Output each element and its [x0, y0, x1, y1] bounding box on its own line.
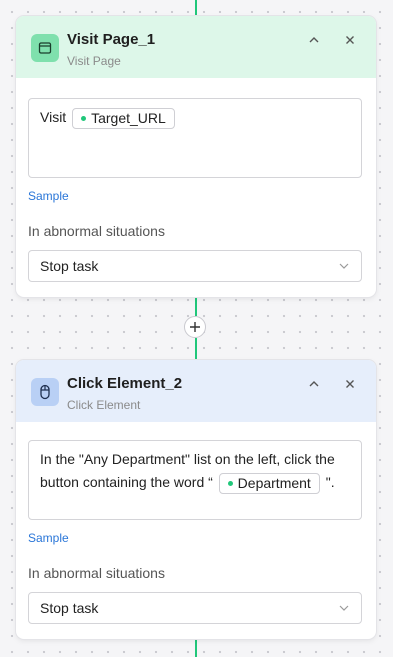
- close-button[interactable]: [342, 32, 358, 48]
- content-text-suffix: ".: [325, 474, 335, 490]
- chevron-down-icon: [339, 605, 349, 611]
- content-text: Visit: [40, 109, 67, 125]
- chevron-up-icon: [309, 381, 319, 387]
- variable-token[interactable]: Department: [218, 472, 320, 494]
- visit-page-node[interactable]: Visit Page_1 Visit Page Visit Target_URL…: [16, 16, 376, 297]
- variable-token-label: Department: [237, 474, 311, 491]
- sample-link[interactable]: Sample: [28, 531, 69, 545]
- node-title: Visit Page_1: [67, 31, 156, 48]
- bottom-connector-line: [195, 639, 197, 657]
- add-step-button[interactable]: [184, 316, 206, 338]
- content-editor[interactable]: Visit Target_URL: [28, 98, 362, 178]
- chevron-down-icon: [339, 263, 349, 269]
- node-title: Click Element_2: [67, 375, 183, 392]
- connector-line-upper: [195, 297, 197, 316]
- node-subtitle: Click Element: [67, 398, 141, 412]
- plus-icon: [190, 322, 200, 332]
- abnormal-action-value: Stop task: [40, 258, 99, 274]
- node-header: Visit Page_1 Visit Page: [16, 16, 376, 78]
- close-icon: [346, 380, 354, 388]
- browser-window-icon: [31, 34, 59, 62]
- connector-line-lower: [195, 338, 197, 360]
- mouse-icon: [31, 378, 59, 406]
- variable-dot-icon: [227, 480, 233, 486]
- close-button[interactable]: [342, 376, 358, 392]
- variable-dot-icon: [81, 115, 87, 121]
- variable-token-label: Target_URL: [91, 109, 166, 126]
- content-editor[interactable]: In the "Any Department" list on the left…: [28, 440, 362, 520]
- abnormal-situations-label: In abnormal situations: [28, 223, 165, 239]
- abnormal-action-select[interactable]: Stop task: [28, 592, 362, 624]
- sample-link[interactable]: Sample: [28, 189, 69, 203]
- click-element-node[interactable]: Click Element_2 Click Element In the "An…: [16, 360, 376, 639]
- collapse-button[interactable]: [306, 32, 322, 48]
- node-subtitle: Visit Page: [67, 54, 121, 68]
- abnormal-action-value: Stop task: [40, 600, 99, 616]
- abnormal-situations-label: In abnormal situations: [28, 565, 165, 581]
- top-connector-line: [195, 0, 197, 16]
- close-icon: [346, 36, 354, 44]
- variable-token[interactable]: Target_URL: [72, 107, 175, 129]
- collapse-button[interactable]: [306, 376, 322, 392]
- abnormal-action-select[interactable]: Stop task: [28, 250, 362, 282]
- chevron-up-icon: [309, 37, 319, 43]
- node-header: Click Element_2 Click Element: [16, 360, 376, 422]
